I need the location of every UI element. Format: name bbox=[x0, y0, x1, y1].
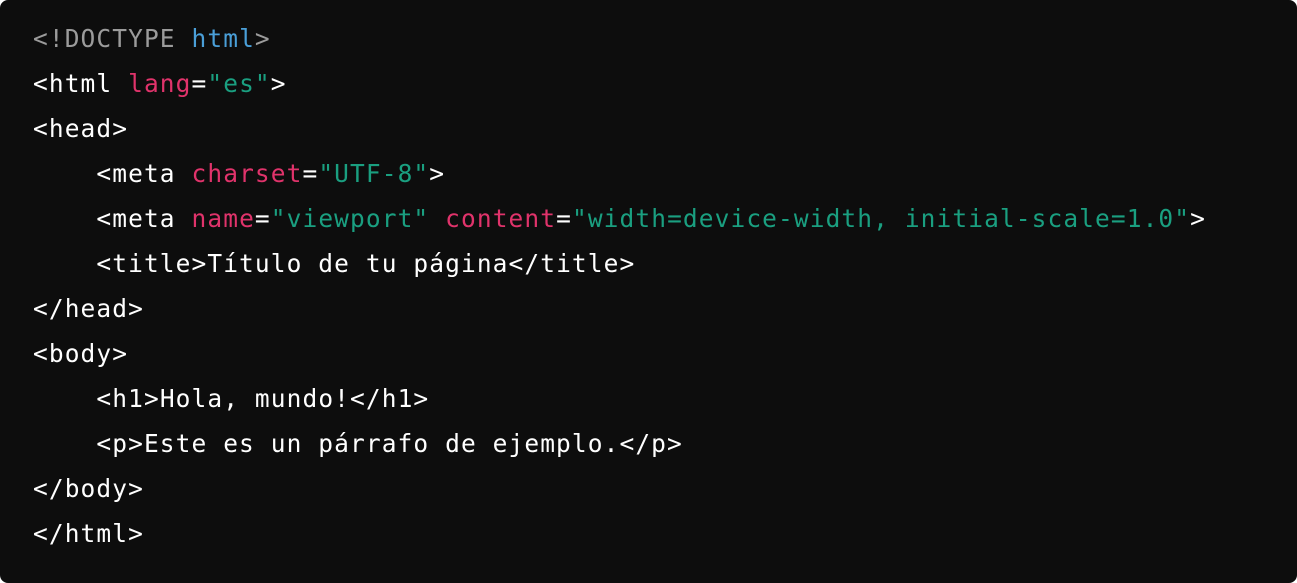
code-token: <html bbox=[33, 69, 129, 98]
code-token: "viewport" bbox=[270, 204, 430, 233]
code-line: <h1>Hola, mundo!</h1> bbox=[33, 381, 1297, 426]
code-block: <!DOCTYPE html> <html lang="es"> <head> … bbox=[0, 0, 1297, 583]
code-token: </body> bbox=[33, 474, 144, 503]
code-token: <meta bbox=[33, 159, 192, 188]
code-token: </title> bbox=[508, 249, 636, 278]
code-token: </html> bbox=[33, 519, 144, 548]
code-line: <meta name="viewport" content="width=dev… bbox=[33, 201, 1297, 246]
code-token: = bbox=[254, 204, 271, 233]
code-line: <p>Este es un párrafo de ejemplo.</p> bbox=[33, 426, 1297, 471]
code-line: <body> bbox=[33, 336, 1297, 381]
code-line: <title>Título de tu página</title> bbox=[33, 246, 1297, 291]
code-token: = bbox=[302, 159, 319, 188]
code-token: <title> bbox=[33, 249, 208, 278]
code-token: Título de tu página bbox=[207, 249, 509, 278]
code-token: "UTF-8" bbox=[318, 159, 430, 188]
code-line: <html lang="es"> bbox=[33, 66, 1297, 111]
code-token: = bbox=[191, 69, 208, 98]
code-token: <body> bbox=[33, 339, 129, 368]
code-token: charset bbox=[191, 159, 303, 188]
code-token: <meta bbox=[33, 204, 192, 233]
code-line: <!DOCTYPE html> bbox=[33, 21, 1297, 66]
code-token: > bbox=[429, 159, 446, 188]
code-token: name bbox=[191, 204, 255, 233]
code-line: <head> bbox=[33, 111, 1297, 156]
code-token: <p> bbox=[33, 429, 144, 458]
code-token: "width=device-width, initial-scale=1.0" bbox=[571, 204, 1191, 233]
code-token: lang bbox=[128, 69, 192, 98]
code-token: </h1> bbox=[350, 384, 430, 413]
code-token: Este es un párrafo de ejemplo. bbox=[143, 429, 620, 458]
code-token: </p> bbox=[619, 429, 683, 458]
code-token: <head> bbox=[33, 114, 129, 143]
code-token: </head> bbox=[33, 294, 144, 323]
code-token: > bbox=[270, 69, 287, 98]
code-token: <h1> bbox=[33, 384, 160, 413]
code-token: > bbox=[1190, 204, 1206, 233]
code-token: html bbox=[191, 24, 255, 53]
code-token: = bbox=[556, 204, 572, 233]
code-token: > bbox=[254, 24, 271, 53]
code-line: </body> bbox=[33, 471, 1297, 516]
code-token: content bbox=[445, 204, 557, 233]
code-line: </head> bbox=[33, 291, 1297, 336]
code-token: "es" bbox=[207, 69, 271, 98]
code-line: <meta charset="UTF-8"> bbox=[33, 156, 1297, 201]
code-token: Hola, mundo! bbox=[159, 384, 351, 413]
code-line: </html> bbox=[33, 516, 1297, 561]
code-token: <!DOCTYPE bbox=[33, 24, 192, 53]
